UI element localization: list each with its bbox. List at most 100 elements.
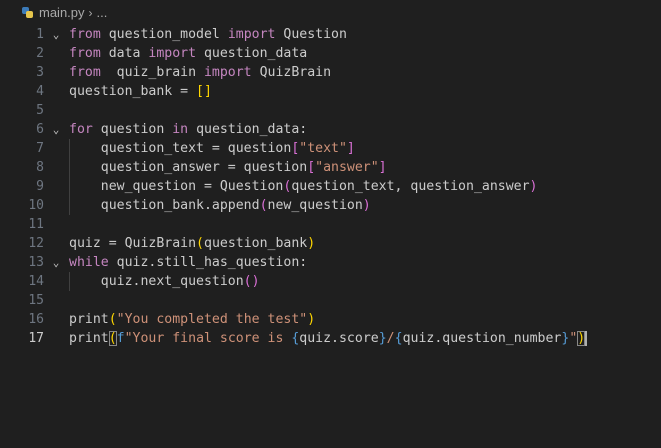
line-number: 3 <box>36 65 44 80</box>
fold-chevron-icon[interactable]: ⌄ <box>50 253 62 272</box>
python-file-icon <box>22 7 33 18</box>
indent-guide <box>69 139 70 215</box>
code-line[interactable]: 9 new_question = Question(question_text,… <box>0 177 661 196</box>
code-line[interactable]: 2 from data import question_data <box>0 44 661 63</box>
fold-chevron-icon[interactable]: ⌄ <box>50 25 62 44</box>
code-token: QuizBrain <box>251 65 332 80</box>
code-token: ] <box>346 141 355 156</box>
code-token: ) <box>529 179 538 194</box>
code-token: ( <box>108 312 117 327</box>
code-token: quiz.still_has_question: <box>108 255 308 270</box>
text-cursor <box>585 330 588 346</box>
line-number: 7 <box>36 141 44 156</box>
code-token: ] <box>378 160 387 175</box>
line-number: 9 <box>36 179 44 194</box>
code-line[interactable]: 14 quiz.next_question() <box>0 272 661 291</box>
code-line[interactable]: 1 ⌄ from question_model import Question <box>0 25 661 44</box>
code-token: question_data <box>196 46 308 61</box>
code-token: question_model <box>100 27 228 42</box>
breadcrumb-symbol[interactable]: ... <box>97 5 108 20</box>
line-number: 13 <box>28 255 44 270</box>
code-token: new_question <box>267 198 363 213</box>
line-number: 2 <box>36 46 44 61</box>
code-text: quiz = QuizBrain(question_bank) <box>69 234 315 253</box>
code-token: () <box>243 274 260 289</box>
code-token: quiz.next_question <box>69 274 244 289</box>
line-number: 8 <box>36 160 44 175</box>
code-text: print(f"Your final score is {quiz.score}… <box>69 329 588 348</box>
code-line[interactable]: 10 question_bank.append(new_question) <box>0 196 661 215</box>
code-line[interactable]: 16 print("You completed the test") <box>0 310 661 329</box>
code-line[interactable]: 8 question_answer = question["answer"] <box>0 158 661 177</box>
code-token: print <box>69 331 109 346</box>
code-token: new_question = Question <box>69 179 284 194</box>
code-text: from quiz_brain import QuizBrain <box>69 63 331 82</box>
code-token: / <box>386 331 395 346</box>
code-token: [] <box>196 84 212 99</box>
code-line[interactable]: 11 <box>0 215 661 234</box>
code-token: question_bank.append <box>69 198 260 213</box>
code-token: question_text, question_answer <box>291 179 530 194</box>
code-token: } <box>378 331 387 346</box>
code-token: ) <box>307 312 316 327</box>
code-token: ) <box>577 331 586 346</box>
code-token: quiz.score <box>299 331 379 346</box>
code-text: for question in question_data: <box>69 120 307 139</box>
code-text: question_bank.append(new_question) <box>69 196 371 215</box>
code-token: ( <box>196 236 204 251</box>
code-text: question_text = question["text"] <box>69 139 355 158</box>
code-line[interactable]: 17 print(f"Your final score is {quiz.scor… <box>0 329 661 348</box>
line-number: 11 <box>28 217 44 232</box>
code-token: in <box>172 122 189 137</box>
code-line[interactable]: 12 quiz = QuizBrain(question_bank) <box>0 234 661 253</box>
code-token: "You completed the test" <box>116 312 308 327</box>
code-token: question_data: <box>188 122 308 137</box>
code-editor[interactable]: 1 ⌄ from question_model import Question 2 fr… <box>0 25 661 348</box>
code-token: for <box>69 122 93 137</box>
code-line[interactable]: 4 question_bank = [] <box>0 82 661 101</box>
code-token: "answer" <box>315 160 379 175</box>
code-text: quiz.next_question() <box>69 272 260 291</box>
code-text: print("You completed the test") <box>69 310 315 329</box>
code-token: ( <box>259 198 268 213</box>
code-token: question_text = question <box>69 141 292 156</box>
code-line[interactable]: 7 question_text = question["text"] <box>0 139 661 158</box>
code-token: import <box>148 46 197 61</box>
code-line[interactable]: 5 <box>0 101 661 120</box>
code-token: ) <box>307 236 316 251</box>
line-number: 12 <box>28 236 44 251</box>
editor-window: { "breadcrumb": { "file_name": "main.py"… <box>0 0 661 448</box>
code-token: "Your final score is <box>124 331 292 346</box>
code-text: while quiz.still_has_question: <box>69 253 307 272</box>
line-number: 5 <box>36 103 44 118</box>
code-token: print <box>69 312 109 327</box>
code-line[interactable]: 13 ⌄ while quiz.still_has_question: <box>0 253 661 272</box>
breadcrumb-file[interactable]: main.py <box>39 5 85 20</box>
code-token: import <box>203 65 252 80</box>
line-number: 4 <box>36 84 44 99</box>
code-text: question_bank = [] <box>69 82 212 101</box>
code-token: "text" <box>299 141 347 156</box>
code-token: quiz.question_number <box>402 331 562 346</box>
code-token: import <box>227 27 276 42</box>
code-token: ) <box>362 198 371 213</box>
code-line[interactable]: 3 from quiz_brain import QuizBrain <box>0 63 661 82</box>
code-token: data <box>100 46 149 61</box>
fold-chevron-icon[interactable]: ⌄ <box>50 120 62 139</box>
indent-guide <box>69 272 70 291</box>
line-number: 10 <box>28 198 44 213</box>
code-token: while <box>69 255 109 270</box>
line-number: 16 <box>28 312 44 327</box>
code-token: question_answer = question <box>69 160 308 175</box>
code-line[interactable]: 15 <box>0 291 661 310</box>
code-token: from <box>69 46 101 61</box>
code-token: question_bank <box>204 236 308 251</box>
code-token: quiz = QuizBrain <box>69 236 197 251</box>
code-token: question_bank = <box>69 84 197 99</box>
line-number: 1 <box>36 27 44 42</box>
code-line[interactable]: 6 ⌄ for question in question_data: <box>0 120 661 139</box>
code-token: Question <box>275 27 347 42</box>
code-token: question <box>92 122 173 137</box>
code-token: from <box>69 27 101 42</box>
code-text: new_question = Question(question_text, q… <box>69 177 538 196</box>
